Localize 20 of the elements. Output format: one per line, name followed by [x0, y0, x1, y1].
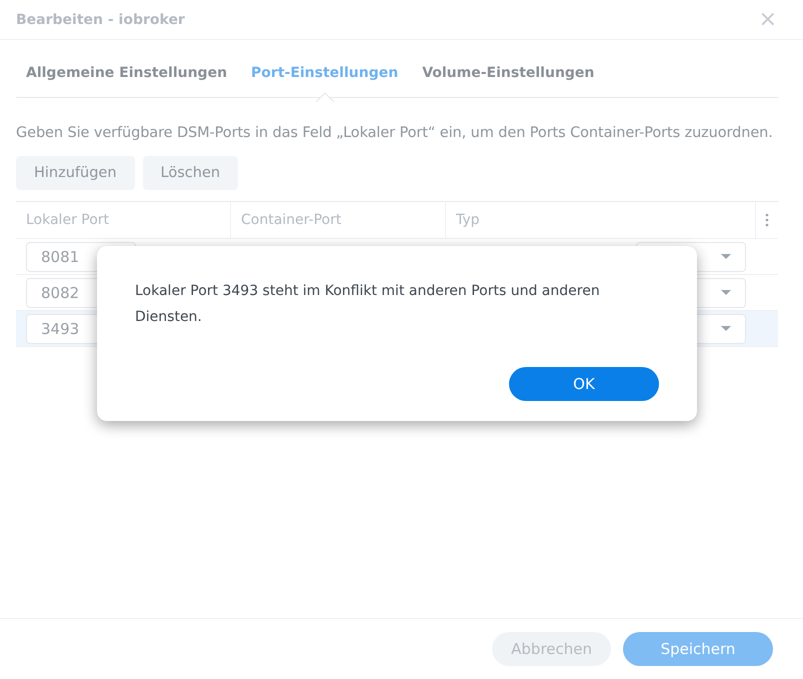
description-text: Geben Sie verfügbare DSM-Ports in das Feld „Lokaler Port“ ein, um den Ports Container-Ports zuzuordnen. — [16, 124, 774, 143]
tab[interactable]: Volume-Einstellungen — [412, 58, 604, 88]
ok-button[interactable]: OK — [509, 367, 659, 401]
caret-icon — [721, 254, 731, 259]
column-header[interactable]: Lokaler Port — [26, 212, 110, 228]
tab[interactable]: Allgemeine Einstellungen — [16, 58, 238, 88]
tab[interactable]: Port-Einstellungen — [241, 58, 408, 88]
window-title: Bearbeiten - iobroker — [16, 12, 185, 28]
field-value: 3493 — [41, 320, 80, 338]
column-menu-icon[interactable] — [765, 213, 769, 227]
toolbar-button[interactable]: Hinzufügen — [16, 156, 135, 190]
alert-message: Lokaler Port 3493 steht im Konflikt mit anderen Ports und anderen Diensten. — [135, 282, 601, 327]
caret-icon — [721, 290, 731, 295]
field-value: 8082 — [41, 284, 80, 302]
field-value: 8081 — [41, 248, 80, 266]
caret-icon — [721, 326, 731, 331]
column-header[interactable]: Container-Port — [241, 212, 342, 228]
toolbar-button[interactable]: Löschen — [142, 156, 238, 190]
close-button[interactable]: × — [758, 8, 777, 30]
column-header[interactable]: Typ — [456, 212, 480, 228]
